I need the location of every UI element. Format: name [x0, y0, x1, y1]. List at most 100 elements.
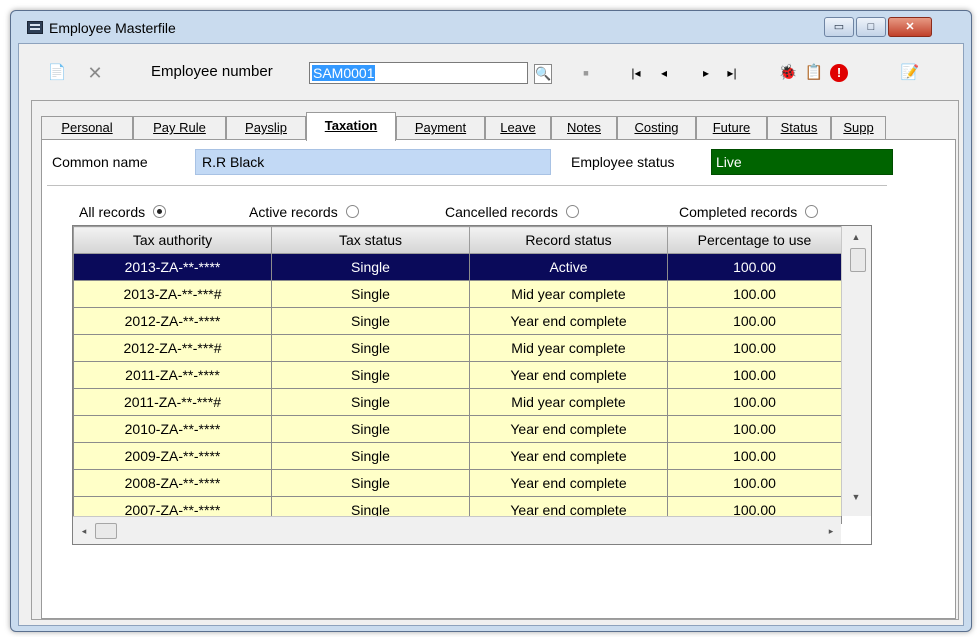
cell-record-status[interactable]: Year end complete [469, 361, 668, 389]
tab-future[interactable]: Future [696, 116, 767, 140]
table-row[interactable]: 2009-ZA-**-**** Single Year end complete… [73, 442, 842, 470]
tab-taxation[interactable]: Taxation [306, 112, 396, 141]
cell-percentage[interactable]: 100.00 [667, 469, 842, 497]
cell-tax-authority[interactable]: 2012-ZA-**-**** [73, 307, 272, 335]
tax-records-table: Tax authority Tax status Record status P… [73, 226, 842, 524]
delete-icon[interactable]: ✕ [85, 64, 105, 82]
cell-percentage[interactable]: 100.00 [667, 280, 842, 308]
cell-record-status[interactable]: Year end complete [469, 469, 668, 497]
cell-percentage[interactable]: 100.00 [667, 253, 842, 281]
cell-tax-status[interactable]: Single [271, 415, 470, 443]
title-bar[interactable]: Employee Masterfile ▭ □ ✕ [11, 11, 971, 43]
table-row[interactable]: 2011-ZA-**-***# Single Mid year complete… [73, 388, 842, 416]
report-icon[interactable]: 📋 [803, 64, 825, 82]
minimize-button[interactable]: ▭ [824, 17, 854, 37]
column-header-tax-authority[interactable]: Tax authority [73, 226, 272, 254]
cell-tax-authority[interactable]: 2013-ZA-**-***# [73, 280, 272, 308]
filter-completed-records[interactable]: Completed records [679, 204, 819, 220]
table-row[interactable]: 2013-ZA-**-***# Single Mid year complete… [73, 280, 842, 308]
column-header-tax-status[interactable]: Tax status [271, 226, 470, 254]
previous-record-icon[interactable]: ◂ [655, 64, 673, 82]
table-row[interactable]: 2010-ZA-**-**** Single Year end complete… [73, 415, 842, 443]
tab-payment[interactable]: Payment [396, 116, 485, 140]
document-icon[interactable]: 📝 [900, 64, 920, 82]
cell-record-status[interactable]: Active [469, 253, 668, 281]
scroll-left-icon[interactable]: ◂ [76, 522, 92, 540]
cell-record-status[interactable]: Year end complete [469, 307, 668, 335]
filter-active-records-radio[interactable] [345, 205, 359, 218]
cell-tax-authority[interactable]: 2011-ZA-**-**** [73, 361, 272, 389]
tax-records-grid[interactable]: Tax authority Tax status Record status P… [72, 225, 872, 545]
cell-percentage[interactable]: 100.00 [667, 442, 842, 470]
cell-tax-authority[interactable]: 2012-ZA-**-***# [73, 334, 272, 362]
column-header-record-status[interactable]: Record status [469, 226, 668, 254]
table-row[interactable]: 2008-ZA-**-**** Single Year end complete… [73, 469, 842, 497]
cell-tax-authority[interactable]: 2011-ZA-**-***# [73, 388, 272, 416]
filter-active-records[interactable]: Active records [249, 204, 359, 220]
cell-tax-status[interactable]: Single [271, 388, 470, 416]
column-header-percentage[interactable]: Percentage to use [667, 226, 842, 254]
horizontal-scrollbar[interactable]: ◂ ▸ [73, 516, 841, 544]
employee-number-label: Employee number [151, 63, 273, 80]
maximize-button[interactable]: □ [856, 17, 886, 37]
tab-status[interactable]: Status [767, 116, 831, 140]
table-row[interactable]: 2011-ZA-**-**** Single Year end complete… [73, 361, 842, 389]
vertical-scroll-thumb[interactable] [850, 248, 866, 272]
save-icon[interactable]: ▪ [577, 64, 595, 82]
next-record-icon[interactable]: ▸ [697, 64, 715, 82]
cell-record-status[interactable]: Mid year complete [469, 280, 668, 308]
vertical-scrollbar[interactable]: ▲ ▼ [841, 226, 871, 516]
cell-percentage[interactable]: 100.00 [667, 307, 842, 335]
filter-completed-records-radio[interactable] [805, 205, 819, 218]
table-row[interactable]: 2012-ZA-**-**** Single Year end complete… [73, 307, 842, 335]
cell-tax-status[interactable]: Single [271, 442, 470, 470]
cell-tax-status[interactable]: Single [271, 361, 470, 389]
cell-tax-authority[interactable]: 2010-ZA-**-**** [73, 415, 272, 443]
tab-costing[interactable]: Costing [617, 116, 696, 140]
tab-pay-rule[interactable]: Pay Rule [133, 116, 226, 140]
cell-record-status[interactable]: Mid year complete [469, 388, 668, 416]
tab-leave[interactable]: Leave [485, 116, 551, 140]
table-row[interactable]: 2013-ZA-**-**** Single Active 100.00 [73, 253, 842, 281]
scroll-down-icon[interactable]: ▼ [842, 488, 870, 506]
toolbar: 📄 ✕ Employee number SAM0001 🔍 ▪ |◂ ◂ ▸ ▸… [19, 44, 963, 84]
cell-percentage[interactable]: 100.00 [667, 334, 842, 362]
table-row[interactable]: 2012-ZA-**-***# Single Mid year complete… [73, 334, 842, 362]
tab-supp[interactable]: Supp [831, 116, 886, 140]
cell-tax-authority[interactable]: 2013-ZA-**-**** [73, 253, 272, 281]
filter-all-records-radio[interactable] [153, 205, 167, 218]
scroll-up-icon[interactable]: ▲ [842, 228, 870, 246]
close-button[interactable]: ✕ [888, 17, 932, 37]
horizontal-scroll-thumb[interactable] [95, 523, 117, 539]
filter-cancelled-records[interactable]: Cancelled records [445, 204, 579, 220]
search-icon[interactable]: 🔍 [534, 64, 552, 84]
last-record-icon[interactable]: ▸| [721, 64, 743, 82]
employee-number-input[interactable]: SAM0001 [309, 62, 528, 84]
cell-tax-authority[interactable]: 2009-ZA-**-**** [73, 442, 272, 470]
cell-tax-status[interactable]: Single [271, 253, 470, 281]
alert-icon[interactable]: ! [830, 64, 848, 82]
tab-payslip[interactable]: Payslip [226, 116, 306, 140]
bug-icon[interactable]: 🐞 [777, 64, 799, 82]
cell-record-status[interactable]: Year end complete [469, 442, 668, 470]
filter-cancelled-records-radio[interactable] [565, 205, 579, 218]
tab-personal[interactable]: Personal [41, 116, 133, 140]
new-record-icon[interactable]: 📄 [47, 64, 67, 82]
filter-all-records[interactable]: All records [79, 204, 167, 220]
cell-percentage[interactable]: 100.00 [667, 388, 842, 416]
cell-tax-authority[interactable]: 2008-ZA-**-**** [73, 469, 272, 497]
cell-tax-status[interactable]: Single [271, 280, 470, 308]
cell-tax-status[interactable]: Single [271, 307, 470, 335]
scroll-right-icon[interactable]: ▸ [823, 522, 839, 540]
cell-percentage[interactable]: 100.00 [667, 415, 842, 443]
app-window-icon [27, 21, 43, 34]
cell-record-status[interactable]: Mid year complete [469, 334, 668, 362]
filter-cancelled-records-label: Cancelled records [445, 204, 558, 220]
cell-record-status[interactable]: Year end complete [469, 415, 668, 443]
tab-notes[interactable]: Notes [551, 116, 617, 140]
first-record-icon[interactable]: |◂ [625, 64, 647, 82]
common-name-field[interactable]: R.R Black [195, 149, 551, 175]
cell-tax-status[interactable]: Single [271, 334, 470, 362]
cell-tax-status[interactable]: Single [271, 469, 470, 497]
cell-percentage[interactable]: 100.00 [667, 361, 842, 389]
